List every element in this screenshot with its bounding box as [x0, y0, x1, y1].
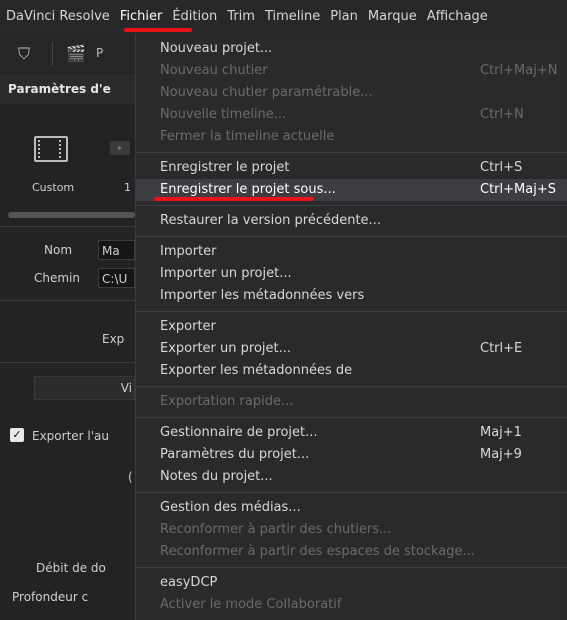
- menu-item-label: Reconformer à partir des chutiers...: [160, 522, 392, 537]
- bitrate-label: Débit de do: [36, 561, 106, 575]
- menu-item: Nouveau chutier paramétrable...: [136, 82, 567, 104]
- menu-item[interactable]: Enregistrer le projet Ctrl+S: [136, 157, 567, 179]
- menu-group: Gestionnaire de projet... Maj+1 Paramètres…: [136, 418, 567, 493]
- menu-item-label: Gestionnaire de projet...: [160, 425, 318, 440]
- menu-item-label: Paramètres du projet...: [160, 447, 310, 462]
- divider: [0, 362, 135, 363]
- video-tab-button[interactable]: Vi: [34, 376, 135, 400]
- menu-item-shortcut: Maj+1: [480, 425, 522, 440]
- export-type-label: Exp: [102, 332, 125, 346]
- menu-group: Nouveau projet... Nouveau chutier Ctrl+Maj…: [136, 34, 567, 153]
- codec-label: (: [128, 470, 133, 484]
- menu-item[interactable]: Gestion des médias...: [136, 497, 567, 519]
- menu-trim[interactable]: Trim: [222, 0, 260, 34]
- menu-item-label: Nouveau chutier paramétrable...: [160, 85, 373, 100]
- location-field[interactable]: C:\U: [98, 268, 135, 288]
- name-label: Nom: [44, 243, 73, 257]
- render-queue-icon[interactable]: ⛉: [18, 44, 30, 64]
- menu-item-label: Importer un projet...: [160, 266, 292, 281]
- menu-marque[interactable]: Marque: [363, 0, 422, 34]
- menu-item[interactable]: Exporter un projet... Ctrl+E: [136, 338, 567, 360]
- menu-item-shortcut: Ctrl+S: [480, 160, 523, 175]
- menu-item-label: Exporter les métadonnées de: [160, 363, 353, 378]
- menu-item-label: Exporter: [160, 319, 216, 334]
- menu-item[interactable]: Exporter les métadonnées de: [136, 360, 567, 382]
- menu-item-shortcut: Ctrl+Maj+S: [480, 182, 556, 197]
- bit-depth-label: Profondeur c: [12, 590, 89, 604]
- menu-item[interactable]: Paramètres du projet... Maj+9: [136, 444, 567, 466]
- menu-item-shortcut: Ctrl+Maj+N: [480, 63, 558, 78]
- menu-davinci-resolve[interactable]: DaVinci Resolve: [0, 0, 115, 34]
- menu-item[interactable]: Notes du projet...: [136, 466, 567, 488]
- menu-group: Exportation rapide...: [136, 387, 567, 418]
- clapperboard-icon[interactable]: 🎬: [66, 44, 86, 63]
- menu-group: Gestion des médias... Reconformer à parti…: [136, 493, 567, 568]
- export-settings-panel: [0, 34, 135, 620]
- menu-item-label: Activer le mode Collaboratif: [160, 597, 342, 612]
- menu-item: Exportation rapide...: [136, 391, 567, 413]
- name-field[interactable]: Ma: [98, 240, 135, 260]
- export-audio-label: Exporter l'au: [32, 429, 110, 443]
- menu-item-shortcut: Maj+9: [480, 447, 522, 462]
- menu-item: Nouveau chutier Ctrl+Maj+N: [136, 60, 567, 82]
- toolbar-label-p: P: [96, 46, 104, 60]
- menu-item-label: Exporter un projet...: [160, 341, 292, 356]
- custom-preset-icon[interactable]: [34, 136, 68, 162]
- menu-item: Reconformer à partir des chutiers...: [136, 519, 567, 541]
- export-audio-checkbox[interactable]: ✓: [10, 428, 24, 442]
- preset-icon[interactable]: ▸: [110, 141, 130, 155]
- menu-plan[interactable]: Plan: [325, 0, 363, 34]
- menu-item-label: Importer les métadonnées vers: [160, 288, 365, 303]
- menu-item-label: Nouveau chutier: [160, 63, 268, 78]
- menu-item-label: Nouvelle timeline...: [160, 107, 287, 122]
- menu-item[interactable]: Importer les métadonnées vers: [136, 285, 567, 307]
- menu-item-label: Gestion des médias...: [160, 500, 301, 515]
- menubar: DaVinci Resolve Fichier Édition Trim Timelin…: [0, 0, 567, 34]
- panel-toolbar: ⛉ 🎬 P: [0, 34, 135, 74]
- menu-item-label: Nouveau projet...: [160, 41, 273, 56]
- menu-item[interactable]: Gestionnaire de projet... Maj+1: [136, 422, 567, 444]
- menu-item-label: easyDCP: [160, 575, 218, 590]
- menu-item[interactable]: Nouveau projet...: [136, 38, 567, 60]
- menu-item[interactable]: Restaurer la version précédente...: [136, 210, 567, 232]
- menu-affichage[interactable]: Affichage: [422, 0, 493, 34]
- menu-timeline[interactable]: Timeline: [260, 0, 325, 34]
- toolbar-divider: [52, 42, 53, 66]
- menu-item-label: Restaurer la version précédente...: [160, 213, 381, 228]
- menu-item-label: Notes du projet...: [160, 469, 273, 484]
- annotation-underline-fichier: [124, 28, 192, 32]
- preset-second-label: 1: [124, 181, 131, 194]
- annotation-underline-save-as: [154, 197, 314, 201]
- location-label: Chemin: [34, 271, 80, 285]
- menu-item: Fermer la timeline actuelle: [136, 126, 567, 148]
- menu-item-shortcut: Ctrl+E: [480, 341, 523, 356]
- menu-item: Activer le mode Collaboratif: [136, 594, 567, 616]
- menu-item-label: Enregistrer le projet sous...: [160, 182, 336, 197]
- menu-item-label: Enregistrer le projet: [160, 160, 290, 175]
- divider: [0, 226, 135, 227]
- presets-scrollbar[interactable]: [8, 212, 135, 218]
- divider: [0, 300, 135, 301]
- menu-item[interactable]: Importer un projet...: [136, 263, 567, 285]
- preset-custom-label: Custom: [32, 181, 75, 194]
- file-menu-dropdown: Nouveau projet... Nouveau chutier Ctrl+Maj…: [135, 34, 567, 620]
- menu-item-label: Exportation rapide...: [160, 394, 294, 409]
- menu-item-label: Reconformer à partir des espaces de stoc…: [160, 544, 475, 559]
- menu-group: Importer Importer un projet... Importer le…: [136, 237, 567, 312]
- menu-group: easyDCP Activer le mode Collaboratif: [136, 568, 567, 620]
- section-title: Paramètres d'e: [0, 74, 135, 104]
- menu-item-label: Fermer la timeline actuelle: [160, 129, 335, 144]
- menu-item: Reconformer à partir des espaces de stoc…: [136, 541, 567, 563]
- menu-item-shortcut: Ctrl+N: [480, 107, 524, 122]
- menu-item: Nouvelle timeline... Ctrl+N: [136, 104, 567, 126]
- menu-item[interactable]: Importer: [136, 241, 567, 263]
- menu-item[interactable]: easyDCP: [136, 572, 567, 594]
- menu-group: Restaurer la version précédente...: [136, 206, 567, 237]
- menu-item[interactable]: Exporter: [136, 316, 567, 338]
- menu-item-label: Importer: [160, 244, 217, 259]
- menu-group: Exporter Exporter un projet... Ctrl+E Expor…: [136, 312, 567, 387]
